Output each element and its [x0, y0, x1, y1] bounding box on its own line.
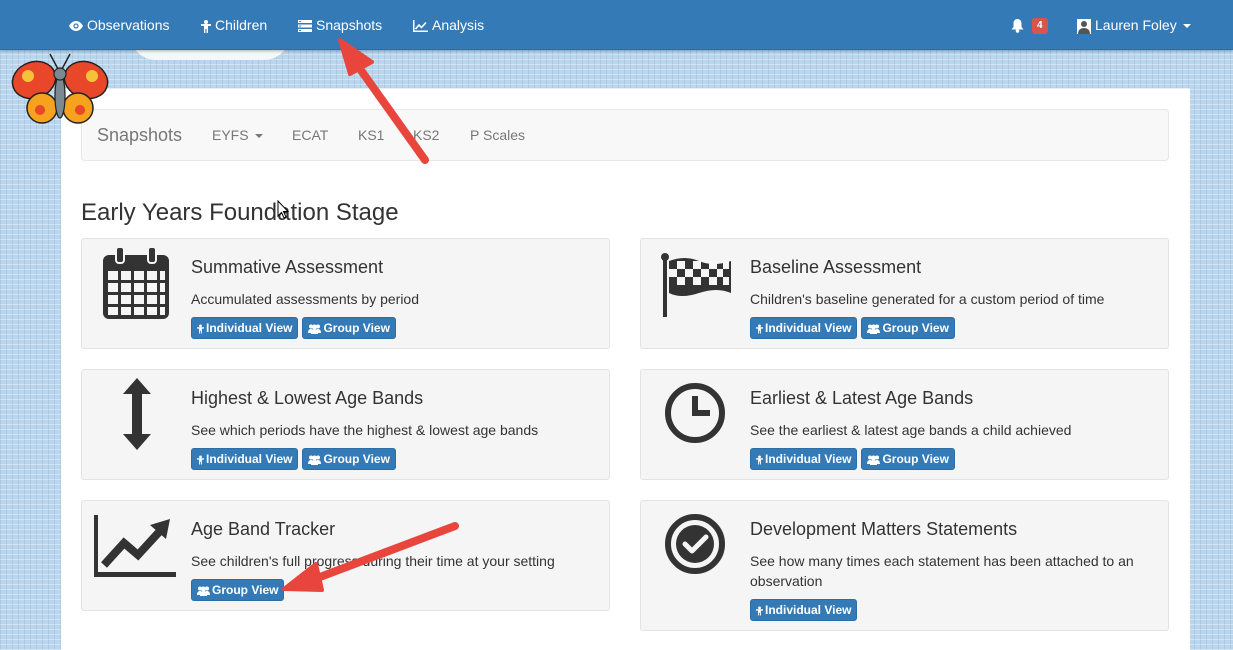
trend-chart-icon	[94, 509, 176, 589]
button-label: Group View	[882, 321, 949, 335]
nav-analysis[interactable]: Analysis	[413, 0, 484, 50]
subnav-ks2[interactable]: KS2	[413, 110, 439, 160]
card-title: Baseline Assessment	[750, 257, 922, 277]
card-earliest-latest-age-bands: Earliest & Latest Age Bands See the earl…	[640, 369, 1169, 480]
card-description: See the earliest & latest age bands a ch…	[750, 422, 1072, 438]
child-icon	[197, 455, 204, 465]
group-view-button[interactable]: Group View	[191, 579, 285, 601]
eye-icon	[69, 21, 83, 32]
button-label: Individual View	[765, 603, 852, 617]
user-icon	[1077, 18, 1091, 34]
button-label: Individual View	[206, 321, 293, 335]
card-description: See children's full progress during thei…	[191, 553, 555, 569]
nav-snapshots[interactable]: Snapshots	[298, 0, 382, 50]
butterfly-logo-icon	[8, 50, 110, 137]
child-icon	[756, 606, 763, 616]
card-age-band-tracker: Age Band Tracker See children's full pro…	[81, 500, 610, 611]
card-title: Summative Assessment	[191, 257, 384, 277]
users-icon	[308, 455, 322, 465]
card-description: See which periods have the highest & low…	[191, 422, 539, 438]
individual-view-button[interactable]: Individual View	[191, 317, 299, 339]
group-view-button[interactable]: Group View	[861, 317, 955, 339]
child-icon	[756, 455, 763, 465]
card-development-matters-statements: Development Matters Statements See how m…	[640, 500, 1169, 631]
users-icon	[867, 324, 881, 334]
card-title: Age Band Tracker	[191, 519, 336, 539]
card-description: Accumulated assessments by period	[191, 291, 419, 307]
nav-children[interactable]: Children	[201, 0, 267, 50]
nav-snapshots-label: Snapshots	[316, 17, 383, 33]
section-title: Early Years Foundation Stage	[81, 199, 399, 226]
nav-analysis-label: Analysis	[432, 17, 485, 33]
button-label: Individual View	[765, 321, 852, 335]
card-title: Earliest & Latest Age Bands	[750, 388, 974, 408]
card-title: Development Matters Statements	[750, 519, 1018, 539]
chevron-down-icon	[1182, 24, 1191, 29]
card-description: See how many times each statement has be…	[750, 553, 1134, 589]
button-label: Group View	[323, 452, 390, 466]
main-content: Snapshots EYFS ECAT KS1 KS2 P Scales Ear…	[61, 88, 1190, 650]
button-label: Individual View	[765, 452, 852, 466]
mouse-cursor-icon	[277, 200, 289, 219]
individual-view-button[interactable]: Individual View	[750, 448, 858, 470]
individual-view-button[interactable]: Individual View	[750, 317, 858, 339]
calendar-icon	[96, 247, 176, 327]
nav-children-label: Children	[215, 17, 268, 33]
card-summative-assessment: Summative Assessment Accumulated assessm…	[81, 238, 610, 349]
bell-icon	[1011, 19, 1024, 34]
users-icon	[867, 455, 881, 465]
user-menu[interactable]: Lauren Foley	[1077, 0, 1191, 50]
subnav-ecat[interactable]: ECAT	[292, 110, 328, 160]
child-icon	[201, 19, 211, 33]
subnav-p-scales[interactable]: P Scales	[470, 110, 525, 160]
card-description: Children's baseline generated for a cust…	[750, 291, 1105, 307]
vertical-arrows-icon	[96, 378, 176, 458]
nav-observations[interactable]: Observations	[69, 0, 169, 50]
flag-icon	[655, 247, 735, 327]
users-icon	[197, 586, 210, 596]
top-navbar: Observations Children Snapshots Analysis…	[0, 0, 1233, 50]
individual-view-button[interactable]: Individual View	[750, 599, 858, 621]
subnav-eyfs-label: EYFS	[212, 127, 249, 143]
card-baseline-assessment: Baseline Assessment Children's baseline …	[640, 238, 1169, 349]
group-view-button[interactable]: Group View	[302, 448, 396, 470]
clock-icon	[655, 378, 735, 458]
button-label: Individual View	[206, 452, 293, 466]
button-label: Group View	[323, 321, 390, 335]
notification-count-badge: 4	[1032, 18, 1048, 35]
card-highest-lowest-age-bands: Highest & Lowest Age Bands See which per…	[81, 369, 610, 480]
chevron-down-icon	[254, 134, 263, 139]
child-icon	[756, 324, 763, 334]
individual-view-button[interactable]: Individual View	[191, 448, 299, 470]
button-label: Group View	[882, 452, 949, 466]
notifications-button[interactable]: 4	[1011, 0, 1048, 50]
user-name: Lauren Foley	[1095, 17, 1177, 33]
group-view-button[interactable]: Group View	[861, 448, 955, 470]
subnav-ks1[interactable]: KS1	[358, 110, 384, 160]
snapshots-subnav: Snapshots EYFS ECAT KS1 KS2 P Scales	[81, 109, 1169, 161]
users-icon	[308, 324, 322, 334]
nav-observations-label: Observations	[87, 17, 170, 33]
card-title: Highest & Lowest Age Bands	[191, 388, 424, 408]
button-label: Group View	[212, 583, 279, 597]
subnav-eyfs[interactable]: EYFS	[212, 110, 263, 160]
check-circle-icon	[655, 509, 735, 589]
child-icon	[197, 324, 204, 334]
group-view-button[interactable]: Group View	[302, 317, 396, 339]
list-icon	[298, 20, 312, 33]
line-chart-icon	[413, 20, 428, 33]
